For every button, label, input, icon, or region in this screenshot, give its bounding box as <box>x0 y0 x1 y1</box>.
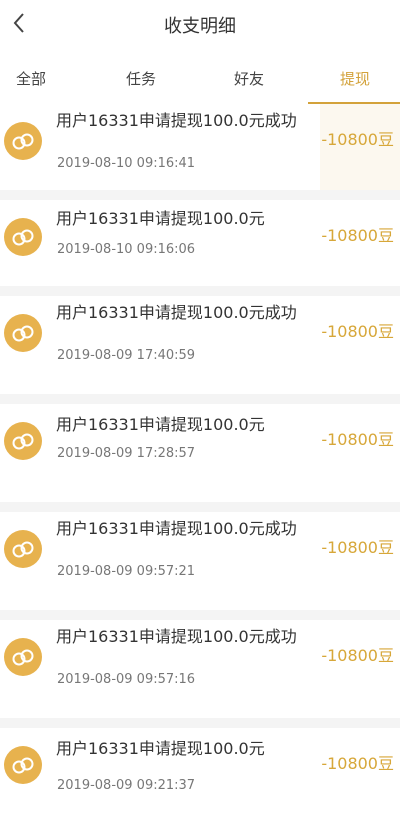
record-time: 2019-08-09 09:57:16 <box>57 672 196 687</box>
row-divider <box>0 718 400 728</box>
record-time: 2019-08-10 09:16:41 <box>57 156 196 171</box>
record-item[interactable]: 用户16331申请提现100.0元成功 2019-08-09 17:40:59 -1… <box>0 296 400 388</box>
coin-icon <box>4 638 42 676</box>
record-description: 用户16331申请提现100.0元成功 <box>56 627 297 646</box>
coin-icon <box>4 530 42 568</box>
record-time: 2019-08-09 09:21:37 <box>57 778 196 793</box>
record-description: 用户16331申请提现100.0元成功 <box>56 303 297 322</box>
header-bar: 收支明细 <box>0 0 400 48</box>
record-item[interactable]: 用户16331申请提现100.0元 2019-08-09 09:21:37 -108… <box>0 728 400 820</box>
record-amount: -10800豆 <box>321 226 394 245</box>
row-divider <box>0 286 400 296</box>
record-time: 2019-08-09 17:40:59 <box>57 348 196 363</box>
record-amount: -10800豆 <box>321 754 394 773</box>
record-amount: -10800豆 <box>321 322 394 341</box>
record-amount: -10800豆 <box>321 430 394 449</box>
row-divider <box>0 610 400 620</box>
tab-friends[interactable]: 好友 <box>234 68 264 89</box>
coin-icon <box>4 314 42 352</box>
coin-icon <box>4 218 42 256</box>
record-item[interactable]: 用户16331申请提现100.0元 2019-08-09 17:28:57 -108… <box>0 404 400 496</box>
record-amount: -10800豆 <box>321 538 394 557</box>
row-divider <box>0 190 400 200</box>
record-item[interactable]: 用户16331申请提现100.0元成功 2019-08-09 09:57:21 -1… <box>0 512 400 604</box>
record-time: 2019-08-10 09:16:06 <box>57 242 196 257</box>
row-divider <box>0 502 400 512</box>
coin-icon <box>4 746 42 784</box>
tab-bar: 全部 任务 好友 提现 <box>0 58 400 104</box>
record-description: 用户16331申请提现100.0元 <box>56 415 265 434</box>
page-title: 收支明细 <box>164 16 236 37</box>
coin-icon <box>4 122 42 160</box>
coin-icon <box>4 422 42 460</box>
row-divider <box>0 394 400 404</box>
record-amount: -10800豆 <box>321 646 394 665</box>
tab-all[interactable]: 全部 <box>16 68 46 89</box>
record-time: 2019-08-09 09:57:21 <box>57 564 196 579</box>
record-description: 用户16331申请提现100.0元 <box>56 739 265 758</box>
tab-withdraw[interactable]: 提现 <box>340 68 370 89</box>
record-item[interactable]: 用户16331申请提现100.0元成功 2019-08-09 09:57:16 -1… <box>0 620 400 712</box>
record-description: 用户16331申请提现100.0元 <box>56 209 265 228</box>
record-description: 用户16331申请提现100.0元成功 <box>56 519 297 538</box>
record-item[interactable]: 用户16331申请提现100.0元 2019-08-10 09:16:06 -108… <box>0 200 400 292</box>
record-time: 2019-08-09 17:28:57 <box>57 446 196 461</box>
tab-tasks[interactable]: 任务 <box>126 68 156 89</box>
record-description: 用户16331申请提现100.0元成功 <box>56 111 297 130</box>
record-amount: -10800豆 <box>321 130 394 149</box>
record-item[interactable]: 用户16331申请提现100.0元成功 2019-08-10 09:16:41 -1… <box>0 104 400 196</box>
